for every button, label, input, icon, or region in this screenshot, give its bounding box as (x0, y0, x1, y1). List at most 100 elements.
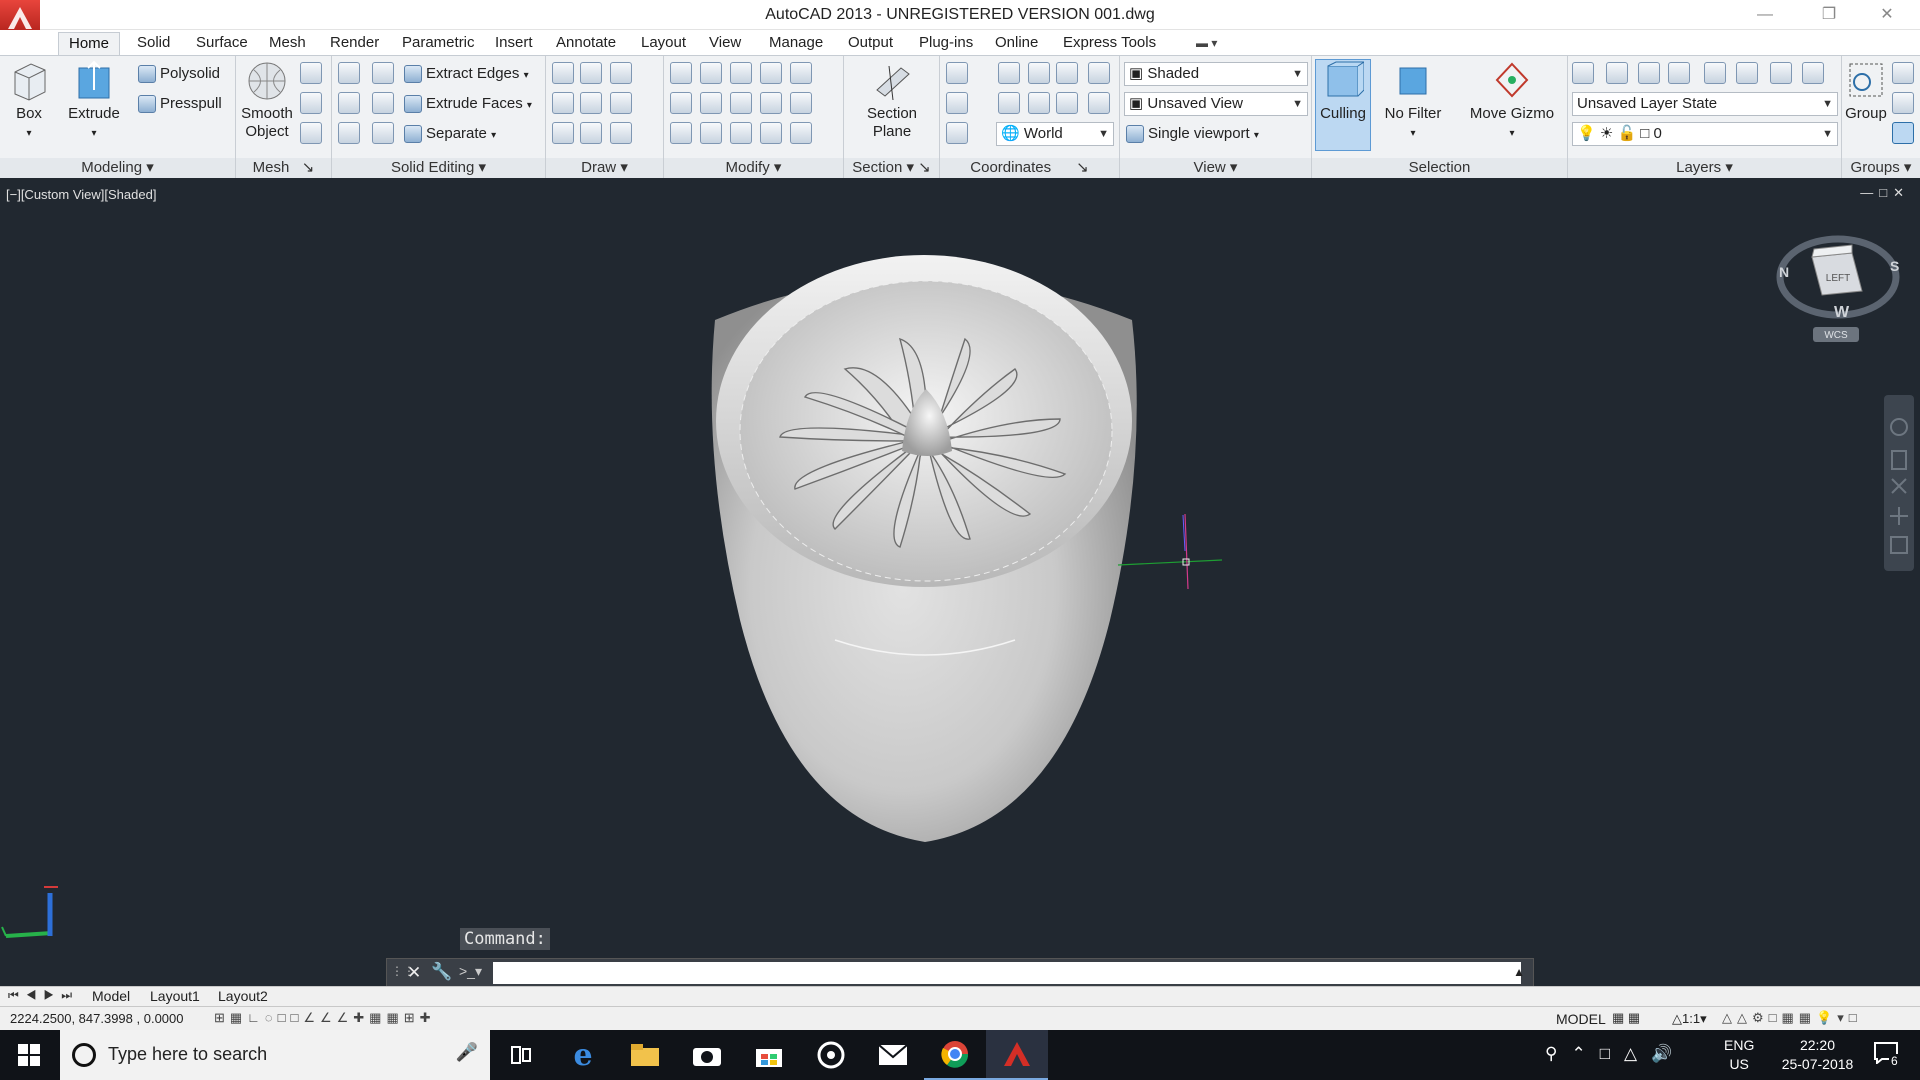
tab-home[interactable]: Home (58, 32, 121, 55)
visual-style-select[interactable]: ▣ Shaded ▼ (1124, 62, 1308, 86)
3d-scale-icon[interactable] (760, 62, 782, 84)
jet-engine-model[interactable] (711, 255, 1137, 842)
ucs-z-icon[interactable] (1056, 92, 1078, 114)
ribbon-options-icon[interactable]: ▬ ▾ (1186, 32, 1227, 55)
layer-freeze-icon[interactable] (1668, 62, 1690, 84)
section-plane-button[interactable]: Section Plane (862, 60, 922, 141)
erase-icon[interactable] (670, 122, 692, 144)
helix-icon[interactable] (580, 92, 602, 114)
tab-layout1[interactable]: Layout1 (150, 988, 200, 1004)
restore-button[interactable]: ❐ (1806, 0, 1852, 30)
tab-online[interactable]: Online (985, 32, 1048, 55)
quick-view-icons[interactable]: ▦ ▦ (1612, 1010, 1640, 1026)
coordinates-readout[interactable]: 2224.2500, 847.3998 , 0.0000 (10, 1011, 184, 1026)
separate-button[interactable]: Separate ▾ (404, 122, 496, 146)
offset-icon[interactable] (760, 92, 782, 114)
customize-wrench-icon[interactable]: 🔧 (431, 962, 452, 982)
arc-icon[interactable] (610, 62, 632, 84)
ucs-origin-icon[interactable] (1088, 62, 1110, 84)
tab-model[interactable]: Model (92, 988, 130, 1004)
panel-draw-label[interactable]: Draw ▾ (546, 158, 663, 178)
close-button[interactable]: ✕ (1864, 0, 1910, 30)
panel-view-label[interactable]: View ▾ (1120, 158, 1311, 178)
file-explorer-icon[interactable] (614, 1030, 676, 1080)
ungroup-icon[interactable] (1892, 62, 1914, 84)
close-icon[interactable]: ✕ (407, 963, 421, 983)
tab-surface[interactable]: Surface (186, 32, 258, 55)
recent-commands-icon[interactable]: >_▾ (459, 963, 482, 980)
layer-walk-icon[interactable] (1770, 62, 1792, 84)
saved-view-select[interactable]: ▣ Unsaved View ▼ (1124, 92, 1308, 116)
array-icon[interactable] (670, 62, 692, 84)
slice-icon[interactable] (372, 92, 394, 114)
fillet-icon[interactable] (790, 92, 812, 114)
layer-lock-icon[interactable] (1704, 62, 1726, 84)
layout-nav-icons[interactable]: ⏮◀▶⏭ (8, 988, 79, 1003)
extrude-button[interactable]: Extrude ▾ (66, 60, 122, 143)
microphone-icon[interactable]: 🎤 (456, 1042, 478, 1063)
no-filter-button[interactable]: No Filter ▾ (1378, 60, 1448, 143)
culling-button[interactable]: Culling (1315, 59, 1371, 151)
tab-solid[interactable]: Solid (127, 32, 180, 55)
3d-move-icon[interactable] (730, 62, 752, 84)
annotation-scale[interactable]: △1:1▾ (1672, 1011, 1707, 1027)
rotate-icon[interactable] (730, 92, 752, 114)
autocad-taskbar-icon[interactable] (986, 1030, 1048, 1080)
panel-solid-editing-label[interactable]: Solid Editing ▾ (332, 158, 545, 178)
layer-match-icon[interactable] (1736, 62, 1758, 84)
panel-layers-label[interactable]: Layers ▾ (1568, 158, 1841, 178)
ucs-icon[interactable] (946, 62, 968, 84)
rectangle-icon[interactable] (580, 122, 602, 144)
panel-groups-label[interactable]: Groups ▾ (1842, 158, 1920, 178)
drawing-viewport[interactable]: [−][Custom View][Shaded] —□✕ LEFT N S W … (0, 179, 1920, 986)
tab-insert[interactable]: Insert (485, 32, 543, 55)
circle-icon[interactable] (610, 92, 632, 114)
tab-parametric[interactable]: Parametric (392, 32, 485, 55)
taskbar-search[interactable]: Type here to search 🎤 (60, 1030, 490, 1080)
tab-mesh[interactable]: Mesh (259, 32, 316, 55)
edge-browser-icon[interactable]: e (552, 1030, 614, 1080)
model-space-button[interactable]: MODEL (1556, 1011, 1606, 1027)
copy-icon[interactable] (760, 122, 782, 144)
input-language[interactable]: ENG US (1724, 1036, 1754, 1074)
panel-modeling-label[interactable]: Modeling ▾ (0, 158, 235, 178)
trim-icon[interactable] (790, 62, 812, 84)
ucs-face-icon[interactable] (946, 92, 968, 114)
ucs-previous-icon[interactable] (998, 92, 1020, 114)
rectangular-array-icon[interactable] (790, 122, 812, 144)
current-layer-select[interactable]: 💡 ☀ 🔓 □ 0 ▼ (1572, 122, 1838, 146)
panel-section-label[interactable]: Section ▾ ↘ (844, 158, 939, 178)
tab-annotate[interactable]: Annotate (546, 32, 626, 55)
3d-rotate-icon[interactable] (700, 62, 722, 84)
tray-icons[interactable]: ⚲⌃□△🔊 (1545, 1044, 1686, 1064)
ucs-y-icon[interactable] (1088, 92, 1110, 114)
mesh-convert-icon[interactable] (300, 92, 322, 114)
layer-merge-icon[interactable] (1802, 62, 1824, 84)
chrome-icon[interactable] (924, 1030, 986, 1080)
ucs-world-icon[interactable] (1056, 62, 1078, 84)
extract-edges-button[interactable]: Extract Edges ▾ (404, 62, 529, 86)
viewport-config-button[interactable]: Single viewport ▾ (1126, 122, 1259, 146)
mail-icon[interactable] (862, 1030, 924, 1080)
panel-coordinates-label[interactable]: Coordinates ↘ (940, 158, 1119, 178)
ucs-named-icon[interactable] (946, 122, 968, 144)
media-player-icon[interactable] (800, 1030, 862, 1080)
ucs-x-icon[interactable] (1028, 92, 1050, 114)
navigation-bar[interactable] (1884, 395, 1914, 571)
mesh-crease-icon[interactable] (300, 122, 322, 144)
minimize-button[interactable]: — (1742, 0, 1788, 30)
layer-iso-icon[interactable] (1606, 62, 1628, 84)
thicken-icon[interactable] (372, 122, 394, 144)
layer-state-select[interactable]: Unsaved Layer State ▼ (1572, 92, 1838, 116)
intersect-icon[interactable] (338, 122, 360, 144)
command-input[interactable] (493, 962, 1521, 984)
ellipse-icon[interactable] (610, 122, 632, 144)
panel-mesh-label[interactable]: Mesh ↘ (236, 158, 331, 178)
stretch-icon[interactable] (730, 122, 752, 144)
extrude-faces-button[interactable]: Extrude Faces ▾ (404, 92, 532, 116)
panel-modify-label[interactable]: Modify ▾ (664, 158, 843, 178)
task-view-icon[interactable] (490, 1030, 552, 1080)
spline-icon[interactable] (552, 92, 574, 114)
union-icon[interactable] (338, 62, 360, 84)
line-icon[interactable] (552, 62, 574, 84)
